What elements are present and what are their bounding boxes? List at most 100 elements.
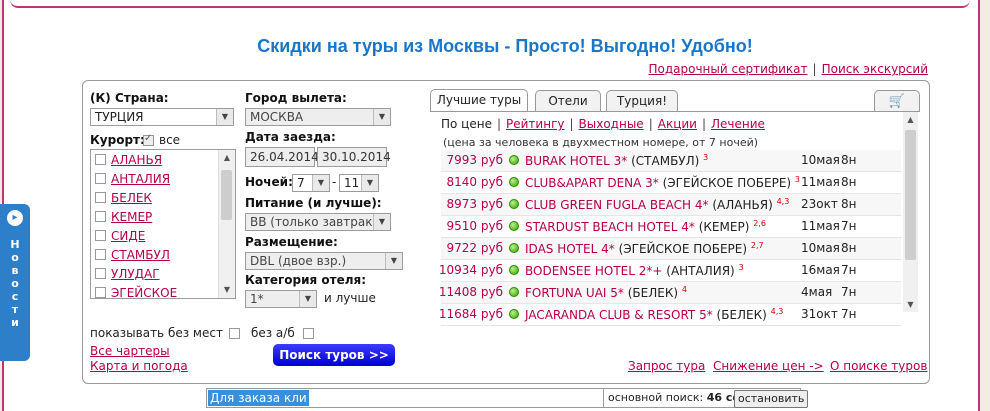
resort-scrollbar[interactable]: ▲ ▼ [218, 150, 235, 298]
departure-city-select[interactable]: МОСКВА ▼ [245, 108, 391, 126]
availability-dot-icon [509, 155, 519, 165]
price-note: (цена за человека в двухместном номере, … [443, 136, 759, 149]
category-select[interactable]: 1* ▼ [245, 290, 317, 308]
resort-link[interactable]: БЕЛЕК [111, 191, 152, 205]
hotel-link[interactable]: CLUB GREEN FUGLA BEACH 4* (АЛАНЬЯ) 4,3 [525, 197, 789, 212]
about-search-link[interactable]: О поиске туров [830, 359, 927, 373]
tour-date: 4мая [801, 285, 833, 299]
search-status: основной поиск: 46 сек [603, 389, 747, 407]
search-tours-button[interactable]: Поиск туров >> [273, 344, 395, 366]
hotel-rating: 2,7 [750, 241, 764, 250]
tour-nights: 7н [841, 219, 857, 233]
no-flight-checkbox[interactable] [302, 327, 314, 339]
meal-select[interactable]: BB (только завтрак) ▼ [245, 213, 391, 231]
room-label: Размещение: [245, 235, 338, 249]
resort-link[interactable]: УЛУДАГ [111, 267, 160, 281]
nights-label: Ночей: [245, 175, 293, 189]
price-drop-link[interactable]: Снижение цен -> [713, 359, 824, 373]
tour-price: 7993 руб [446, 153, 503, 167]
departure-city-label: Город вылета: [245, 91, 347, 105]
search-status-label: основной поиск: [608, 391, 704, 404]
tour-request-link[interactable]: Запрос тура [628, 359, 705, 373]
date-to-input[interactable]: 30.10.2014 [317, 147, 391, 167]
map-weather-link[interactable]: Карта и погода [90, 359, 188, 373]
resort-checkbox[interactable] [95, 192, 106, 203]
table-row[interactable]: 11684 руб JACARANDA CLUB & RESORT 5* (БЕ… [439, 304, 901, 326]
resort-link[interactable]: СТАМБУЛ [111, 248, 170, 262]
sort-weekend-link[interactable]: Выходные [579, 117, 644, 131]
sort-rating-link[interactable]: Рейтингу [506, 117, 564, 131]
country-select[interactable]: ТУРЦИЯ ▼ [90, 108, 234, 126]
all-resorts-toggle[interactable]: ✓ все [143, 133, 180, 147]
nights-from-select[interactable]: 7 ▼ [292, 174, 330, 192]
tour-price: 11408 руб [438, 285, 503, 299]
dropdown-arrow-icon: ▼ [361, 175, 378, 191]
tour-price: 9510 руб [446, 219, 503, 233]
hotel-link[interactable]: IDAS HOTEL 4* (ЭГЕЙСКОЕ ПОБЕРЕ) 2,7 [525, 241, 764, 256]
nights-dash: - [332, 175, 337, 189]
status-bar: Для заказа кли основной поиск: 46 сек ос… [206, 388, 809, 408]
hotel-link[interactable]: STARDUST BEACH HOTEL 4* (КЕМЕР) 2,6 [525, 219, 766, 234]
resort-link[interactable]: КЕМЕР [111, 210, 152, 224]
order-input-selection[interactable]: Для заказа кли [208, 390, 309, 406]
resort-checkbox[interactable] [95, 230, 106, 241]
hotel-location: (ЭГЕЙСКОЕ ПОБЕРЕ) [618, 242, 748, 256]
room-value: DBL (двое взр.) [250, 254, 347, 268]
results-scrollbar[interactable]: ▲ ▼ [903, 112, 918, 312]
availability-dot-icon [509, 221, 519, 231]
hotel-location: (АНТАЛИЯ) [666, 264, 735, 278]
stop-button[interactable]: остановить [734, 390, 809, 408]
resort-link[interactable]: АНТАЛИЯ [111, 172, 170, 186]
sort-promos-link[interactable]: Акции [658, 117, 697, 131]
tour-date: 11мая [801, 175, 840, 189]
nights-to-select[interactable]: 11 ▼ [339, 174, 379, 192]
resort-link[interactable]: АЛАНЬЯ [111, 153, 162, 167]
scroll-thumb[interactable] [221, 170, 232, 220]
hotel-link[interactable]: FORTUNA UAI 5* (БЕЛЕК) 4 [525, 285, 687, 300]
table-row[interactable]: 8140 руб CLUB&APART DENA 3* (ЭГЕЙСКОЕ ПО… [441, 172, 901, 194]
tab-hotels[interactable]: Отели [535, 90, 601, 111]
resort-checkbox[interactable] [95, 154, 106, 165]
hotel-name: BURAK HOTEL 3* [525, 154, 628, 168]
scroll-down-icon[interactable]: ▼ [903, 297, 918, 312]
resort-checkbox[interactable] [95, 249, 106, 260]
cart-tab[interactable]: 🛒 [874, 90, 920, 111]
table-row[interactable]: 11408 руб FORTUNA UAI 5* (БЕЛЕК) 4 4мая … [438, 282, 901, 304]
table-row[interactable]: 9722 руб IDAS HOTEL 4* (ЭГЕЙСКОЕ ПОБЕРЕ)… [441, 238, 901, 260]
no-places-checkbox[interactable] [228, 327, 240, 339]
resort-checkbox[interactable] [95, 268, 106, 279]
scroll-up-icon[interactable]: ▲ [219, 150, 235, 166]
date-label: Дата заезда: [245, 130, 336, 144]
resort-checkbox[interactable] [95, 211, 106, 222]
all-charters-link[interactable]: Все чартеры [90, 344, 170, 358]
hotel-link[interactable]: BURAK HOTEL 3* (СТАМБУЛ) 3 [525, 153, 708, 168]
sort-treatment-link[interactable]: Лечение [711, 117, 765, 131]
hotel-name: CLUB GREEN FUGLA BEACH 4* [525, 198, 709, 212]
gift-certificate-link[interactable]: Подарочный сертификат [648, 62, 807, 76]
tab-best-tours[interactable]: Лучшие туры [430, 89, 528, 112]
hotel-link[interactable]: BODENSEE HOTEL 2*+ (АНТАЛИЯ) 3 [525, 263, 744, 278]
hotel-link[interactable]: JACARANDA CLUB & RESORT 5* (БЕЛЕК) 4,3 [525, 307, 783, 322]
scroll-down-icon[interactable]: ▼ [219, 282, 235, 298]
tour-price: 8140 руб [446, 175, 503, 189]
hotel-link[interactable]: CLUB&APART DENA 3* (ЭГЕЙСКОЕ ПОБЕРЕ) 3 [525, 175, 800, 190]
news-sidebar-tab[interactable]: ▸ Новости [0, 204, 30, 361]
resort-link[interactable]: СИДЕ [111, 229, 145, 243]
sort-price[interactable]: По цене [441, 117, 492, 131]
scroll-up-icon[interactable]: ▲ [903, 112, 918, 127]
resort-checkbox[interactable] [95, 173, 106, 184]
room-select[interactable]: DBL (двое взр.) ▼ [245, 252, 403, 270]
hotel-rating: 3 [738, 263, 744, 272]
resort-checkbox[interactable] [95, 287, 106, 298]
dropdown-arrow-icon: ▼ [385, 253, 402, 269]
table-row[interactable]: 9510 руб STARDUST BEACH HOTEL 4* (КЕМЕР)… [441, 216, 901, 238]
table-row[interactable]: 7993 руб BURAK HOTEL 3* (СТАМБУЛ) 3 10ма… [441, 150, 901, 172]
date-from-input[interactable]: 26.04.2014 [245, 147, 319, 167]
all-resorts-checkbox[interactable]: ✓ [143, 133, 154, 146]
excursion-search-link[interactable]: Поиск экскурсий [822, 62, 928, 76]
tab-turkey[interactable]: Турция! [606, 90, 678, 111]
resort-link[interactable]: ЭГЕЙСКОЕ [111, 286, 177, 299]
table-row[interactable]: 8973 руб CLUB GREEN FUGLA BEACH 4* (АЛАН… [441, 194, 901, 216]
table-row[interactable]: 10934 руб BODENSEE HOTEL 2*+ (АНТАЛИЯ) 3… [439, 260, 901, 282]
scroll-thumb[interactable] [905, 130, 916, 260]
